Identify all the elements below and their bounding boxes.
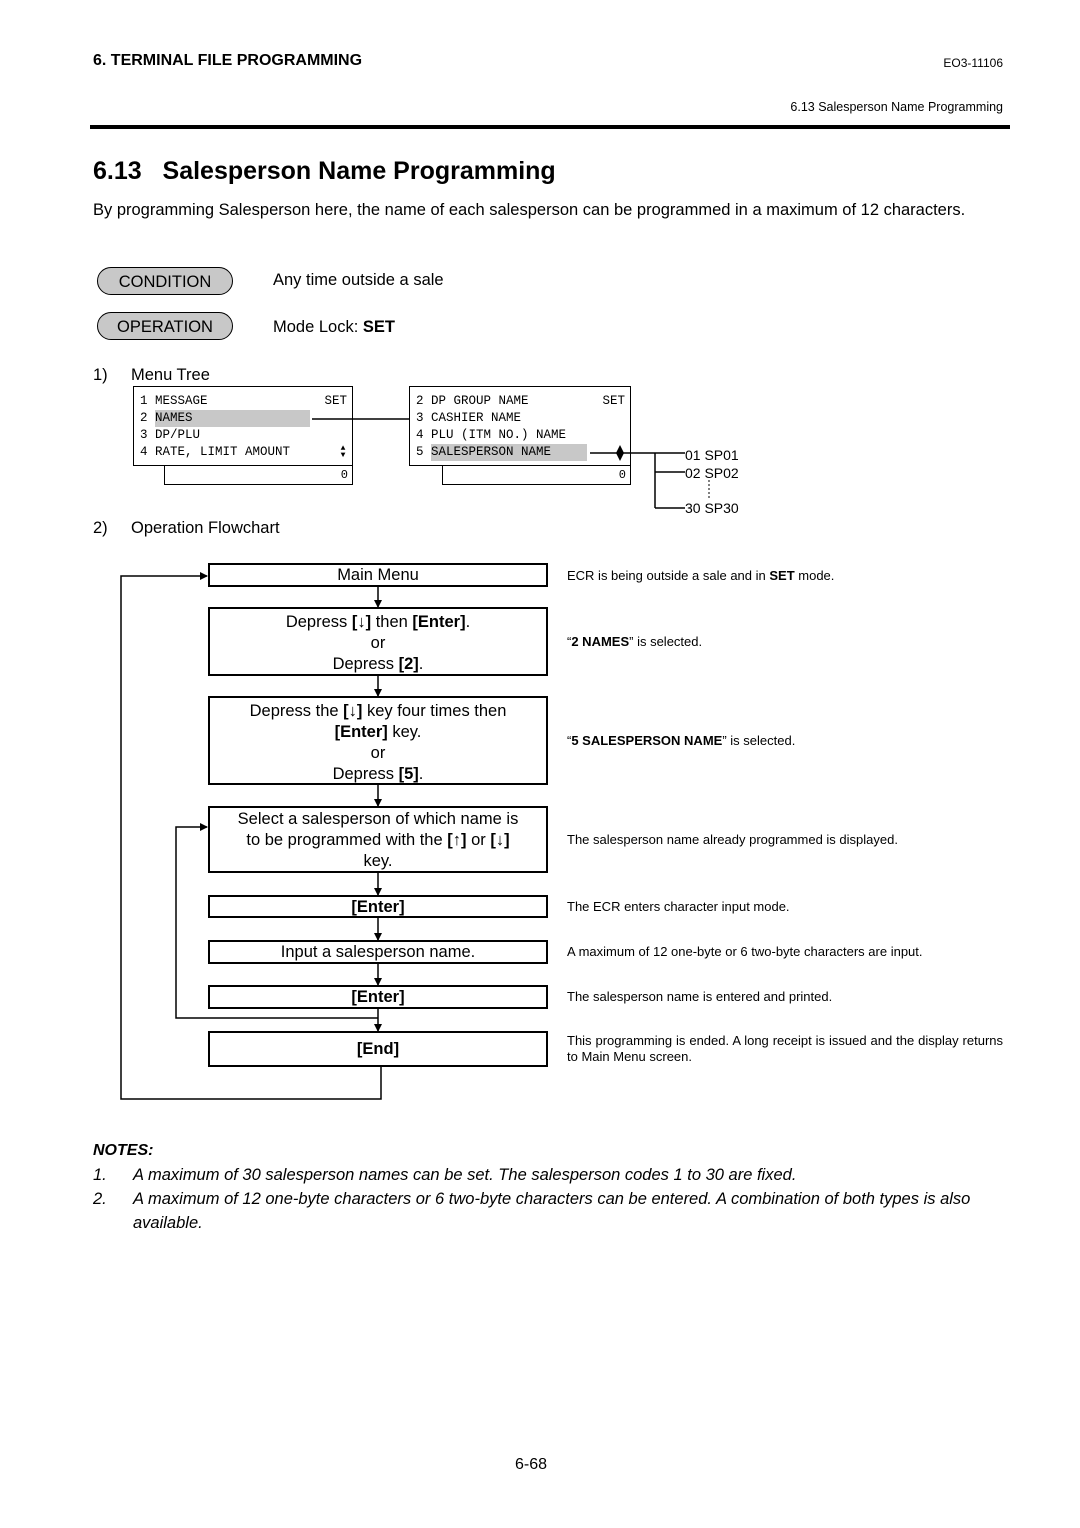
- flow-or: or: [370, 634, 386, 652]
- text: Depress: [285, 613, 352, 631]
- flow-box-input-name: Input a salesperson name.: [208, 940, 548, 964]
- flow-note-main-menu: ECR is being outside a sale and in SET m…: [567, 568, 834, 584]
- notes-heading: NOTES:: [93, 1142, 154, 1159]
- text: then: [371, 613, 413, 631]
- flow-note-name-displayed: The salesperson name already programmed …: [567, 832, 898, 847]
- flow-box-enter-1: [Enter]: [208, 895, 548, 918]
- flow-note-input-mode: The ECR enters character input mode.: [567, 899, 790, 914]
- text: ” is selected.: [722, 733, 796, 748]
- down-arrow-key: [↓]: [343, 702, 363, 720]
- text: Depress the: [249, 702, 344, 720]
- text: Depress: [332, 765, 399, 783]
- key-5: [5]: [398, 765, 419, 783]
- text: Depress: [332, 655, 399, 673]
- flow-note-entered-printed: The salesperson name is entered and prin…: [567, 989, 833, 1004]
- text: to be programmed with the: [246, 831, 448, 849]
- text: .: [465, 613, 471, 631]
- flow-note-salesperson-selected: “5 SALESPERSON NAME” is selected.: [567, 733, 795, 749]
- enter-key: [Enter]: [412, 613, 466, 631]
- flow-box-select-salesperson: Select a salesperson of which name is to…: [208, 806, 548, 873]
- diamond-marker-icon: [616, 445, 624, 461]
- flow-note-max-chars: A maximum of 12 one-byte or 6 two-byte c…: [567, 944, 923, 959]
- enter-key: [Enter]: [334, 723, 388, 741]
- flow-box-select-names: Depress [↓] then [Enter]. or Depress [2]…: [208, 607, 548, 676]
- flow-box-select-salesperson-menu: Depress the [↓] key four times then [Ent…: [208, 696, 548, 785]
- note-text: A maximum of 30 salesperson names can be…: [133, 1166, 797, 1184]
- flow-note-programming-ended: This programming is ended. A long receip…: [567, 1033, 1003, 1064]
- key-2: [2]: [398, 655, 419, 673]
- flow-line: [Enter] key.: [210, 722, 546, 743]
- flow-box-main-menu: Main Menu: [208, 563, 548, 587]
- text: or: [466, 831, 491, 849]
- flow-line: Depress [5].: [210, 764, 546, 785]
- text-bold: 5 SALESPERSON NAME: [571, 733, 723, 748]
- text: key.: [387, 723, 422, 741]
- note-number: 2.: [93, 1190, 107, 1208]
- note-text: A maximum of 12 one-byte characters or 6…: [133, 1190, 971, 1232]
- flow-or: or: [370, 744, 386, 762]
- flow-line: to be programmed with the [↑] or [↓]: [210, 830, 546, 851]
- note-number: 1.: [93, 1166, 107, 1184]
- flow-box-enter-2: [Enter]: [208, 985, 548, 1009]
- flow-line: Depress the [↓] key four times then: [210, 701, 546, 722]
- text: .: [418, 655, 424, 673]
- up-arrow-key: [↑]: [447, 831, 467, 849]
- down-arrow-key: [↓]: [490, 831, 510, 849]
- page-number: 6-68: [515, 1456, 548, 1473]
- flow-line: Depress [2].: [210, 654, 546, 675]
- text: mode.: [794, 568, 835, 583]
- flow-line: Select a salesperson of which name is: [237, 810, 519, 828]
- down-arrow-key: [↓]: [351, 613, 372, 631]
- flow-line: key.: [363, 852, 393, 870]
- text-bold: SET: [769, 568, 795, 583]
- text-bold: 2 NAMES: [571, 634, 630, 649]
- flow-note-names-selected: “2 NAMES” is selected.: [567, 634, 702, 650]
- flow-line: Depress [↓] then [Enter].: [210, 612, 546, 633]
- note-item: 1. A maximum of 30 salesperson names can …: [93, 1163, 1008, 1187]
- note-item: 2. A maximum of 12 one-byte characters or…: [93, 1187, 1008, 1235]
- flow-box-end: [End]: [208, 1031, 548, 1067]
- text: .: [418, 765, 424, 783]
- text: key four times then: [362, 702, 507, 720]
- text: ” is selected.: [629, 634, 703, 649]
- text: ECR is being outside a sale and in: [567, 568, 770, 583]
